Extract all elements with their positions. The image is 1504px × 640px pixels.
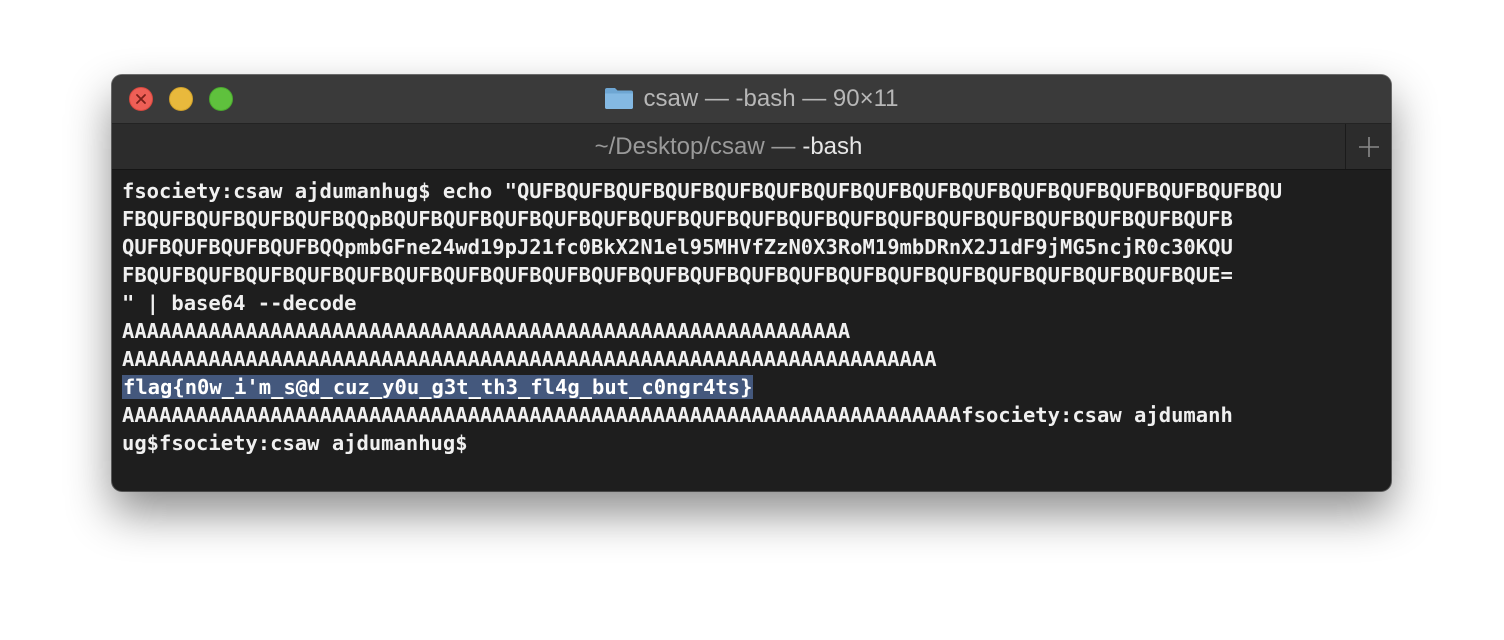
window-title-area: csaw — -bash — 90×11 — [112, 75, 1391, 123]
terminal-line: QUFBQUFBQUFBQUFBQQpmbGFne24wd19pJ21fc0Bk… — [122, 235, 1233, 259]
terminal-line: FBQUFBQUFBQUFBQUFBQQpBQUFBQUFBQUFBQUFBQU… — [122, 207, 1233, 231]
selected-flag-text[interactable]: flag{n0w_i'm_s@d_cuz_y0u_g3t_th3_fl4g_bu… — [122, 375, 754, 399]
terminal-line: AAAAAAAAAAAAAAAAAAAAAAAAAAAAAAAAAAAAAAAA… — [122, 319, 851, 343]
new-tab-button[interactable] — [1345, 124, 1391, 169]
terminal-output[interactable]: fsociety:csaw ajdumanhug$ echo "QUFBQUFB… — [122, 177, 1384, 457]
title-bar[interactable]: csaw — -bash — 90×11 — [112, 75, 1391, 124]
terminal-window: csaw — -bash — 90×11 ~/Desktop/csaw — -b… — [112, 75, 1391, 491]
terminal-line: AAAAAAAAAAAAAAAAAAAAAAAAAAAAAAAAAAAAAAAA… — [122, 347, 937, 371]
terminal-line: " | base64 --decode — [122, 291, 357, 315]
tab-process: -bash — [802, 132, 863, 160]
terminal-line: fsociety:csaw ajdumanhug$ echo "QUFBQUFB… — [122, 179, 1283, 203]
folder-icon — [605, 88, 634, 109]
tab-path: ~/Desktop/csaw — — [594, 132, 796, 160]
tab-bash[interactable]: ~/Desktop/csaw — -bash — [112, 124, 1345, 169]
plus-icon — [1358, 136, 1379, 157]
terminal-line: FBQUFBQUFBQUFBQUFBQUFBQUFBQUFBQUFBQUFBQU… — [122, 263, 1233, 287]
window-title: csaw — -bash — 90×11 — [643, 85, 899, 112]
tab-bar: ~/Desktop/csaw — -bash — [112, 124, 1391, 170]
terminal-line: AAAAAAAAAAAAAAAAAAAAAAAAAAAAAAAAAAAAAAAA… — [122, 403, 1233, 427]
terminal-line: ug$fsociety:csaw ajdumanhug$ — [122, 431, 468, 455]
terminal-line-selected[interactable]: flag{n0w_i'm_s@d_cuz_y0u_g3t_th3_fl4g_bu… — [122, 373, 1384, 401]
